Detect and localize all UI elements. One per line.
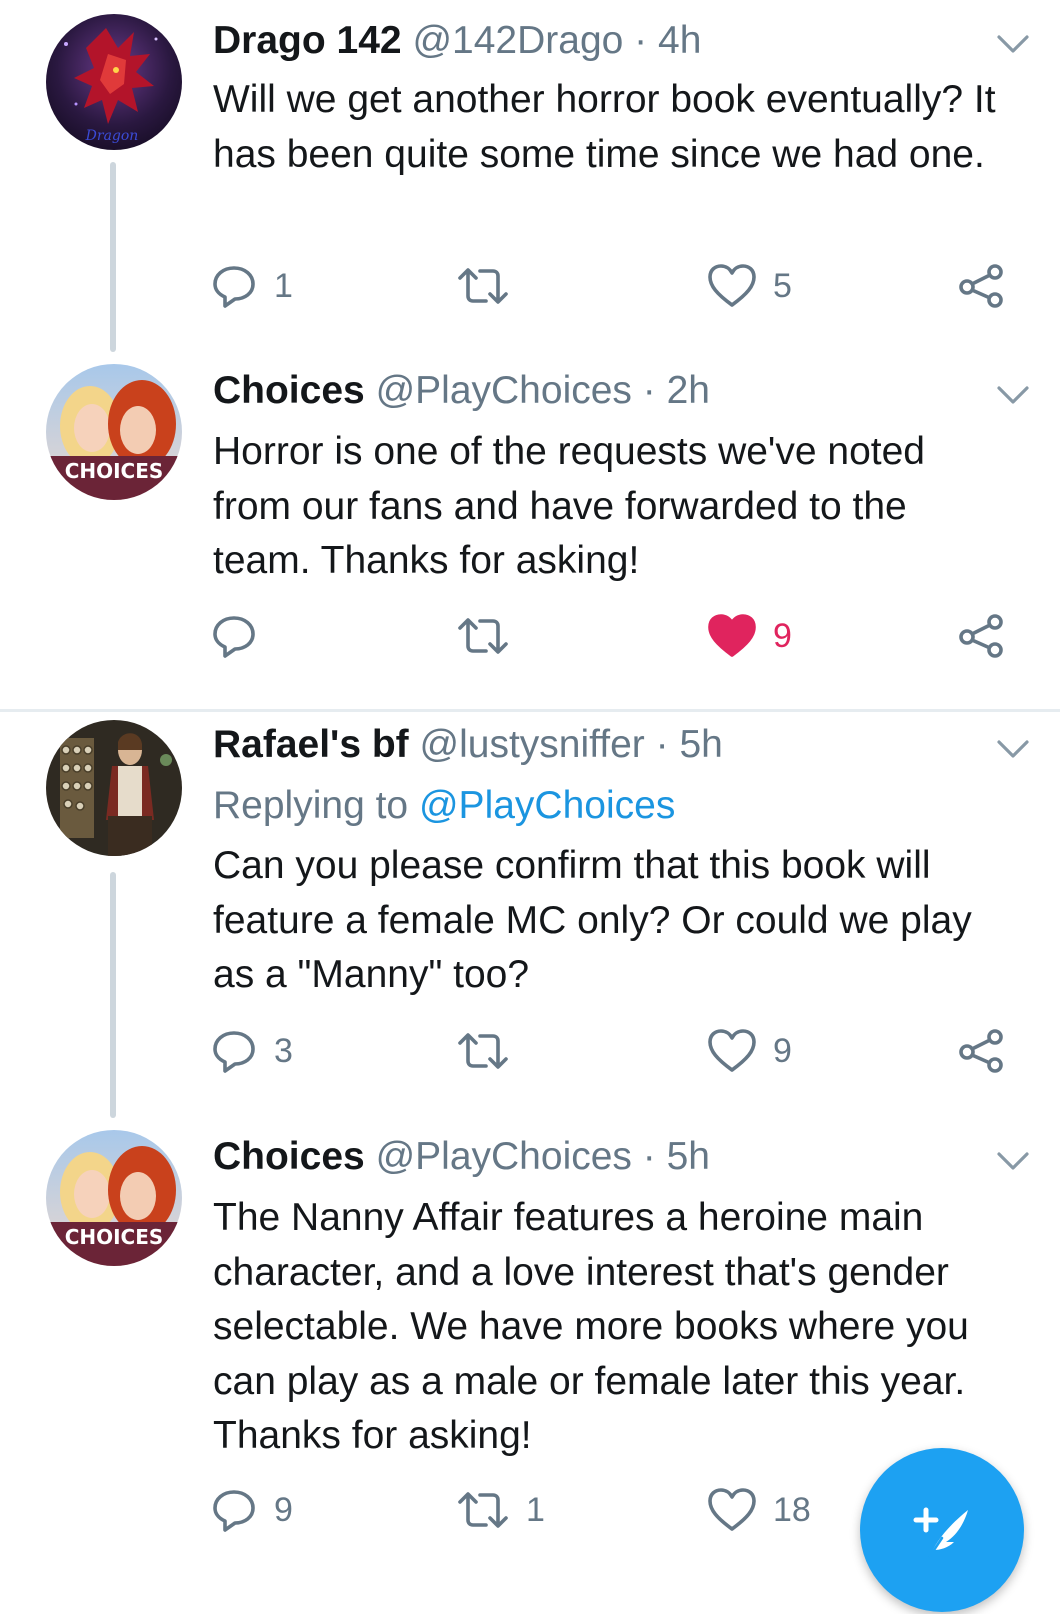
tweet-header: Drago 142 @142Drago · 4h: [213, 16, 1020, 66]
chevron-down-icon[interactable]: [996, 384, 1030, 406]
retweet-button[interactable]: [456, 606, 526, 666]
author-name[interactable]: Choices: [213, 369, 365, 412]
retweet-icon: [458, 1033, 508, 1069]
tweet-text: The Nanny Affair features a heroine main…: [213, 1196, 969, 1457]
avatar[interactable]: CHOICES: [46, 364, 182, 500]
timestamp[interactable]: 5h: [667, 1135, 710, 1178]
retweet-icon: [458, 618, 508, 654]
like-button[interactable]: 18: [707, 1480, 811, 1540]
like-button[interactable]: 9: [707, 1021, 792, 1081]
like-count: 9: [773, 1031, 792, 1070]
author-handle[interactable]: @lustysniffer: [420, 723, 645, 766]
share-button[interactable]: [958, 256, 1006, 316]
reply-icon: [213, 616, 255, 658]
retweet-icon: [458, 1492, 508, 1528]
tweet-text: Horror is one of the requests we've note…: [213, 430, 925, 582]
timestamp[interactable]: 2h: [667, 369, 710, 412]
conversation-divider: [0, 709, 1060, 712]
tweet-actions: 3 9: [0, 1021, 1060, 1081]
separator-dot: ·: [655, 723, 669, 766]
retweet-button[interactable]: [456, 1021, 526, 1081]
choices-logo-text: CHOICES: [65, 459, 164, 483]
like-button[interactable]: 9: [707, 606, 792, 666]
author-name[interactable]: Drago 142: [213, 19, 402, 62]
replying-to: Replying to @PlayChoices: [213, 781, 675, 831]
avatar[interactable]: CHOICES: [46, 1130, 182, 1266]
heart-icon: [708, 1029, 756, 1072]
heart-filled-icon: [708, 614, 756, 657]
chevron-down-icon[interactable]: [996, 1150, 1030, 1172]
reply-icon: [213, 266, 255, 308]
share-button[interactable]: [958, 606, 1006, 666]
reply-count: 3: [274, 1031, 293, 1070]
reply-button[interactable]: 1: [210, 256, 293, 316]
reply-count: 1: [274, 266, 293, 305]
separator-dot: ·: [634, 19, 648, 62]
author-name[interactable]: Rafael's bf: [213, 723, 409, 766]
like-count: 9: [773, 616, 792, 655]
share-icon: [959, 1029, 1003, 1073]
like-count: 18: [773, 1490, 811, 1529]
heart-icon: [708, 264, 756, 307]
like-button[interactable]: 5: [707, 256, 792, 316]
reply-button[interactable]: 3: [210, 1021, 293, 1081]
reply-icon: [213, 1490, 255, 1532]
tweet-text: Can you please confirm that this book wi…: [213, 844, 972, 996]
game-character-avatar-icon: [46, 720, 182, 856]
retweet-icon: [458, 268, 508, 304]
tweet-header: Choices @PlayChoices · 5h: [213, 1132, 1020, 1182]
reply-button[interactable]: [210, 606, 274, 666]
tweet-header: Rafael's bf @lustysniffer · 5h: [213, 720, 1020, 770]
chevron-down-icon[interactable]: [996, 33, 1030, 55]
avatar[interactable]: Dragon: [46, 14, 182, 150]
avatar[interactable]: [46, 720, 182, 856]
retweet-button[interactable]: 1: [456, 1480, 545, 1540]
reply-button[interactable]: 9: [210, 1480, 293, 1540]
tweet-actions: 1 5: [0, 256, 1060, 316]
like-count: 5: [773, 266, 792, 305]
author-name[interactable]: Choices: [213, 1135, 365, 1178]
author-handle[interactable]: @142Drago: [412, 19, 623, 62]
timestamp[interactable]: 4h: [658, 19, 701, 62]
timestamp[interactable]: 5h: [679, 723, 722, 766]
chevron-down-icon[interactable]: [996, 738, 1030, 760]
separator-dot: ·: [642, 369, 656, 412]
tweet-text: Will we get another horror book eventual…: [213, 78, 996, 176]
author-handle[interactable]: @PlayChoices: [376, 369, 632, 412]
avatar-text: Dragon: [85, 128, 139, 144]
replying-to-label: Replying to: [213, 784, 409, 827]
choices-logo-text: CHOICES: [65, 1225, 164, 1249]
share-icon: [959, 614, 1003, 658]
compose-tweet-button[interactable]: [860, 1448, 1024, 1612]
retweet-button[interactable]: [456, 256, 526, 316]
share-button[interactable]: [958, 1021, 1006, 1081]
separator-dot: ·: [642, 1135, 656, 1178]
choices-logo-avatar-icon: CHOICES: [46, 1130, 182, 1266]
choices-logo-avatar-icon: CHOICES: [46, 364, 182, 500]
dragon-avatar-icon: Dragon: [46, 14, 182, 150]
replying-to-mention[interactable]: @PlayChoices: [419, 784, 675, 827]
share-icon: [959, 264, 1003, 308]
thread-line: [110, 872, 116, 1118]
author-handle[interactable]: @PlayChoices: [376, 1135, 632, 1178]
reply-icon: [213, 1031, 255, 1073]
heart-icon: [708, 1488, 756, 1531]
tweet-actions: 9: [0, 606, 1060, 666]
tweet-header: Choices @PlayChoices · 2h: [213, 366, 1020, 416]
compose-feather-plus-icon: [913, 1507, 968, 1558]
retweet-count: 1: [526, 1490, 545, 1529]
reply-count: 9: [274, 1490, 293, 1529]
